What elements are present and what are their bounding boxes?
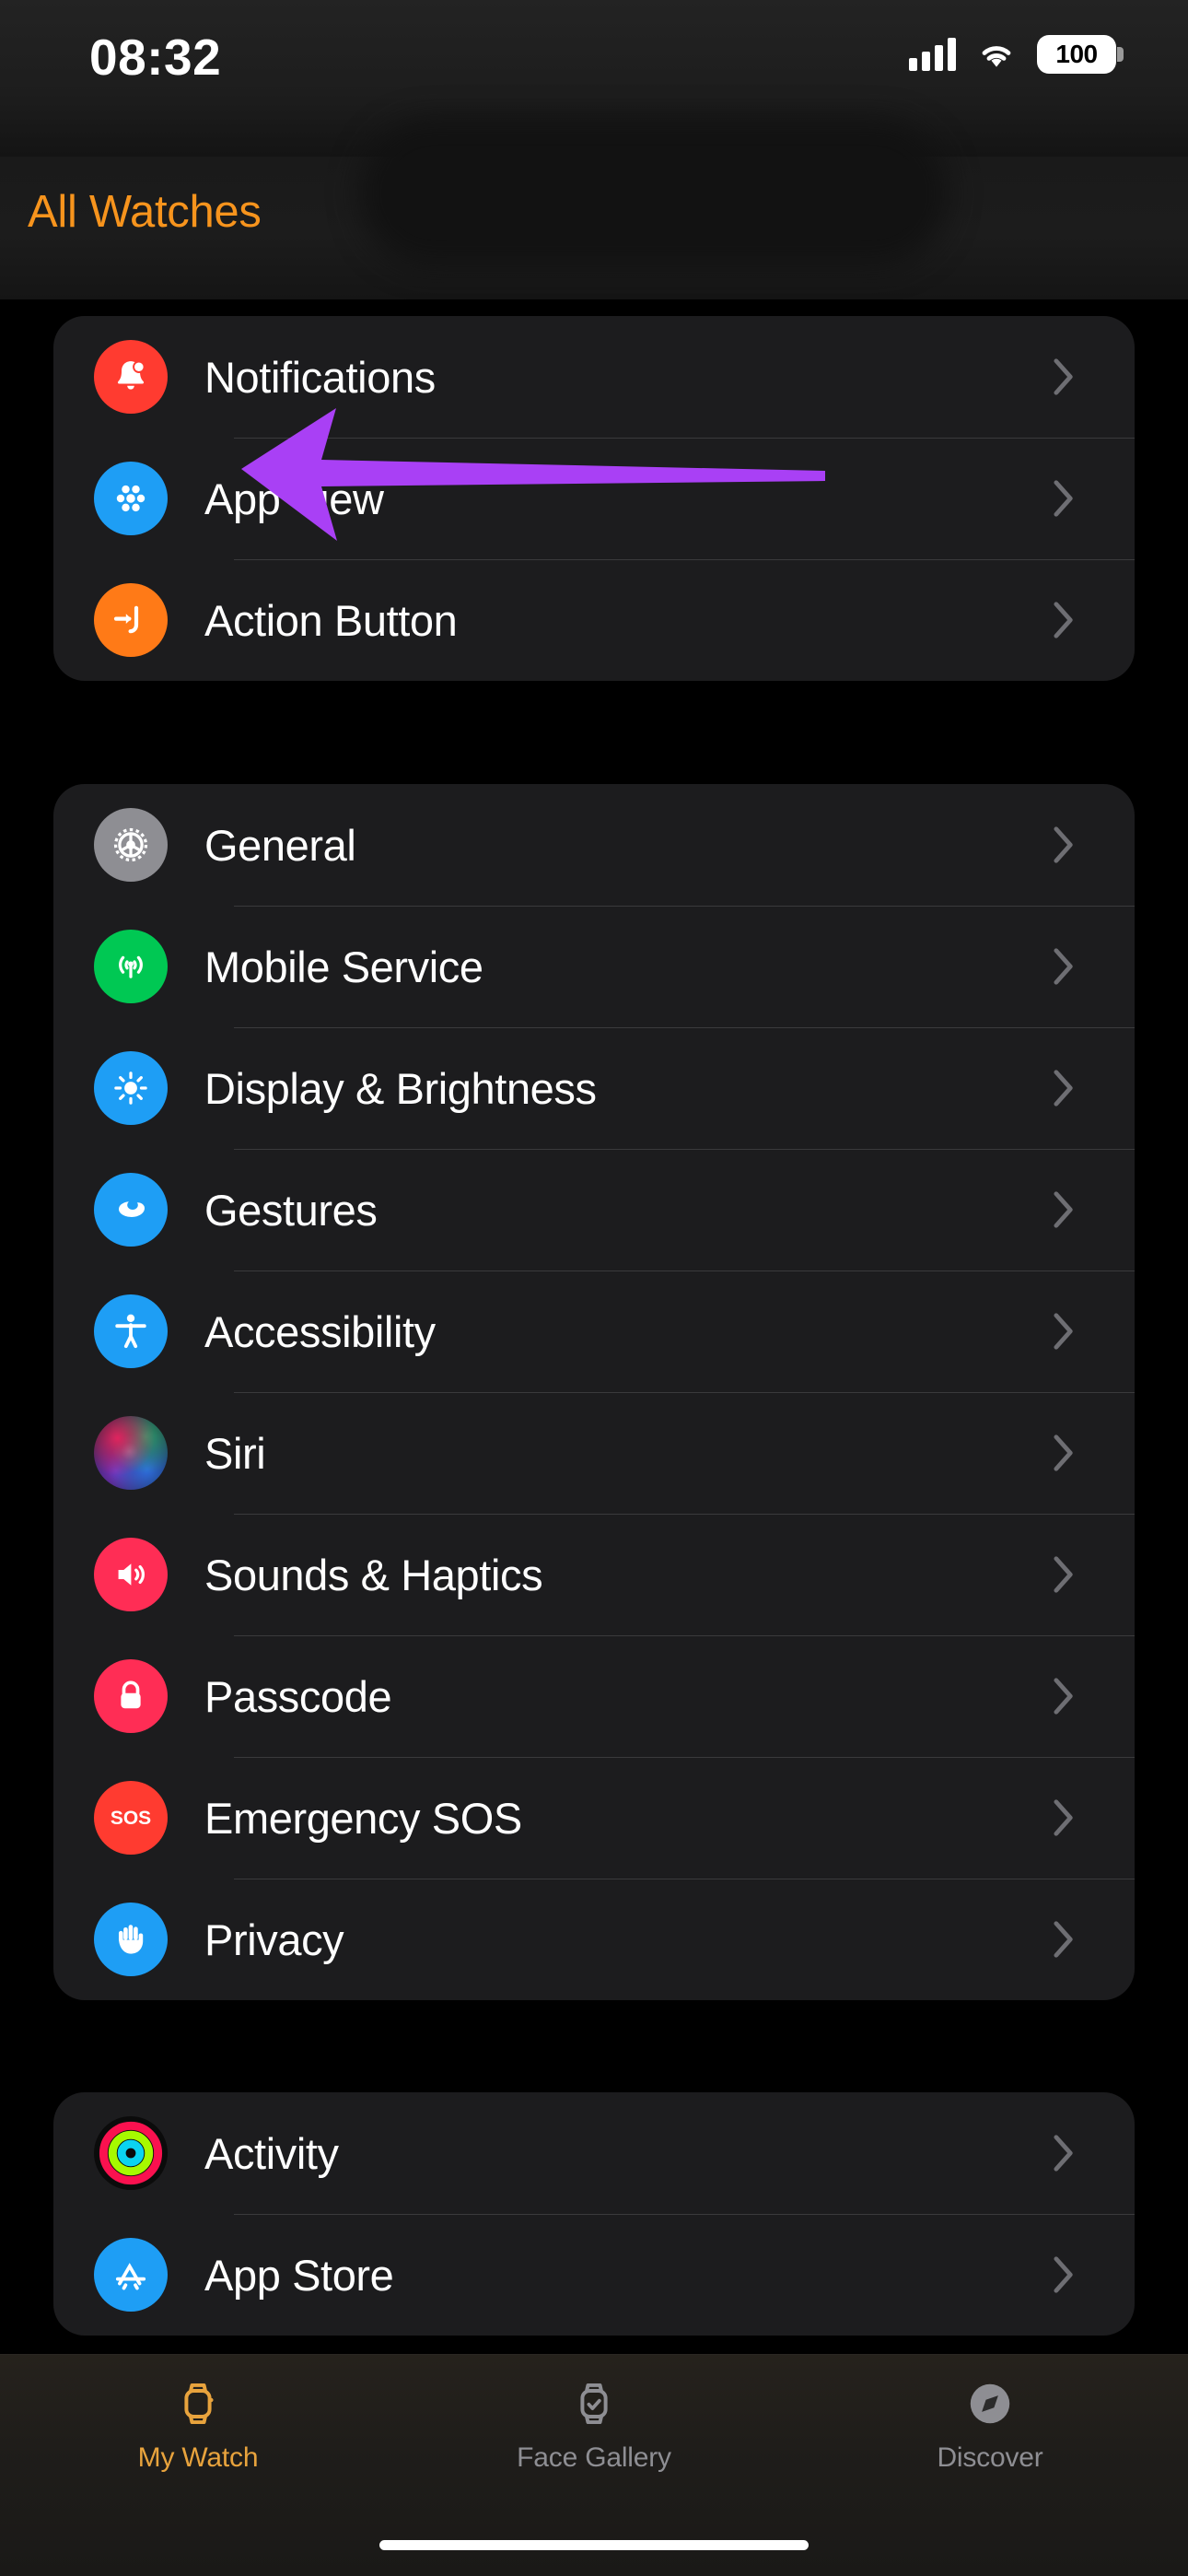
settings-row-label: Action Button xyxy=(204,595,458,645)
row-separator xyxy=(234,1757,1135,1758)
grid-dots-icon xyxy=(94,462,168,535)
tab-discover[interactable]: Discover xyxy=(792,2375,1188,2474)
hand-gesture-icon xyxy=(94,1173,168,1247)
navigation-bar: All Watches xyxy=(0,157,1188,299)
settings-row-display-brightness[interactable]: Display & Brightness xyxy=(53,1027,1135,1149)
settings-group-quick: Notifications App View Action Button xyxy=(53,316,1135,681)
chevron-right-icon xyxy=(1054,1070,1073,1107)
settings-row-emergency-sos[interactable]: SOS Emergency SOS xyxy=(53,1757,1135,1879)
speaker-icon xyxy=(94,1538,168,1611)
siri-orb-icon xyxy=(94,1416,168,1490)
settings-row-app-view[interactable]: App View xyxy=(53,438,1135,559)
watch-icon xyxy=(169,2375,227,2432)
settings-row-privacy[interactable]: Privacy xyxy=(53,1879,1135,2000)
chevron-right-icon xyxy=(1054,1191,1073,1228)
battery-icon: 100 xyxy=(1037,35,1124,74)
accessibility-icon xyxy=(94,1294,168,1368)
chevron-right-icon xyxy=(1054,2135,1073,2172)
back-link-all-watches[interactable]: All Watches xyxy=(28,186,262,238)
cell-tower-icon xyxy=(94,930,168,1003)
settings-row-label: Display & Brightness xyxy=(204,1063,597,1113)
chevron-right-icon xyxy=(1054,1313,1073,1350)
status-bar-time: 08:32 xyxy=(89,29,222,86)
row-separator xyxy=(234,2214,1135,2215)
tab-bar: My Watch Face Gallery Discover xyxy=(0,2354,1188,2576)
settings-row-label: App Store xyxy=(204,2250,394,2300)
gallery-icon xyxy=(565,2375,623,2432)
settings-row-label: Sounds & Haptics xyxy=(204,1550,543,1599)
settings-row-gestures[interactable]: Gestures xyxy=(53,1149,1135,1270)
settings-row-app-store[interactable]: App Store xyxy=(53,2214,1135,2336)
action-button-icon xyxy=(94,583,168,657)
gear-icon xyxy=(94,808,168,882)
svg-text:SOS: SOS xyxy=(111,1808,151,1829)
status-bar-indicators: 100 xyxy=(909,35,1124,74)
tab-label: My Watch xyxy=(137,2442,259,2473)
wifi-icon xyxy=(982,46,1011,67)
sos-icon: SOS xyxy=(94,1781,168,1855)
settings-row-action-button[interactable]: Action Button xyxy=(53,559,1135,681)
settings-row-mobile-service[interactable]: Mobile Service xyxy=(53,906,1135,1027)
chevron-right-icon xyxy=(1054,948,1073,985)
row-separator xyxy=(234,906,1135,907)
row-separator xyxy=(234,1149,1135,1150)
compass-icon xyxy=(961,2375,1019,2432)
battery-percent-label: 100 xyxy=(1055,40,1098,68)
settings-scroll-view[interactable]: Notifications App View Action Button Gen… xyxy=(0,299,1188,2354)
row-separator xyxy=(234,1514,1135,1515)
row-separator xyxy=(234,559,1135,560)
settings-row-general[interactable]: General xyxy=(53,784,1135,906)
settings-row-label: Gestures xyxy=(204,1185,378,1235)
settings-row-sounds-haptics[interactable]: Sounds & Haptics xyxy=(53,1514,1135,1635)
activity-rings-icon xyxy=(94,2116,168,2190)
bell-icon xyxy=(94,340,168,414)
tab-label: Face Gallery xyxy=(517,2442,671,2473)
settings-row-label: Notifications xyxy=(204,352,436,402)
chevron-right-icon xyxy=(1054,2256,1073,2293)
row-separator xyxy=(234,1027,1135,1028)
chevron-right-icon xyxy=(1054,1799,1073,1836)
row-separator xyxy=(234,1392,1135,1393)
settings-row-label: Activity xyxy=(204,2128,339,2178)
sun-icon xyxy=(94,1051,168,1125)
watch-settings-screen: 08:32 100 All Watches Notifications App … xyxy=(0,0,1188,2576)
settings-row-label: Passcode xyxy=(204,1671,392,1721)
chevron-right-icon xyxy=(1054,1434,1073,1471)
settings-row-label: Siri xyxy=(204,1428,266,1478)
chevron-right-icon xyxy=(1054,1556,1073,1593)
row-separator xyxy=(234,438,1135,439)
cellular-signal-icon xyxy=(909,38,956,71)
lock-icon xyxy=(94,1659,168,1733)
hand-raised-icon xyxy=(94,1903,168,1976)
home-indicator xyxy=(379,2540,809,2550)
settings-row-notifications[interactable]: Notifications xyxy=(53,316,1135,438)
chevron-right-icon xyxy=(1054,826,1073,863)
settings-group-apps: Activity App Store xyxy=(53,2092,1135,2336)
settings-group-system: General Mobile Service Display & Brightn… xyxy=(53,784,1135,2000)
settings-row-label: Emergency SOS xyxy=(204,1793,522,1843)
settings-row-siri[interactable]: Siri xyxy=(53,1392,1135,1514)
settings-row-label: Mobile Service xyxy=(204,942,483,991)
row-separator xyxy=(234,1270,1135,1271)
settings-row-activity[interactable]: Activity xyxy=(53,2092,1135,2214)
settings-row-label: Accessibility xyxy=(204,1306,436,1356)
settings-row-label: App View xyxy=(204,474,384,523)
tab-my-watch[interactable]: My Watch xyxy=(0,2375,396,2474)
settings-row-passcode[interactable]: Passcode xyxy=(53,1635,1135,1757)
chevron-right-icon xyxy=(1054,480,1073,517)
row-separator xyxy=(234,1635,1135,1636)
app-store-icon xyxy=(94,2238,168,2312)
chevron-right-icon xyxy=(1054,602,1073,638)
settings-row-accessibility[interactable]: Accessibility xyxy=(53,1270,1135,1392)
tab-face-gallery[interactable]: Face Gallery xyxy=(396,2375,792,2474)
chevron-right-icon xyxy=(1054,1678,1073,1715)
settings-row-label: Privacy xyxy=(204,1914,344,1964)
chevron-right-icon xyxy=(1054,358,1073,395)
chevron-right-icon xyxy=(1054,1921,1073,1958)
tab-label: Discover xyxy=(937,2442,1043,2473)
settings-row-label: General xyxy=(204,820,356,870)
